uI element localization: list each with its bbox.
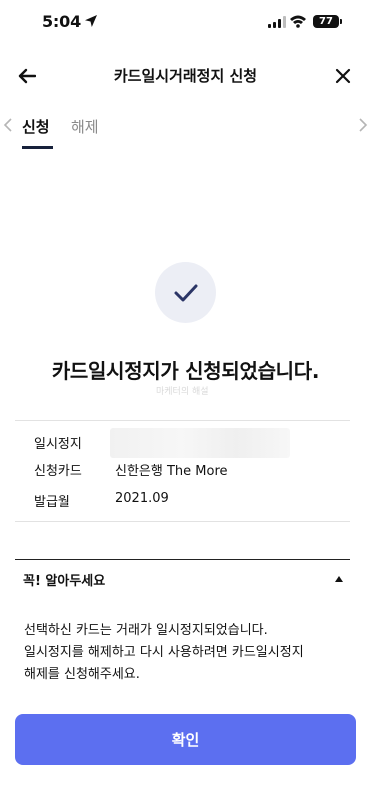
notice-line: 선택하신 카드는 거래가 일시정지되었습니다.	[24, 623, 268, 638]
battery-indicator: 77	[313, 15, 339, 28]
info-label-suspension: 일시정지	[34, 437, 82, 452]
location-arrow-icon	[85, 15, 97, 27]
close-icon	[335, 68, 351, 84]
checkmark-icon	[174, 284, 197, 301]
redacted-period-value	[110, 428, 290, 458]
notice-title: 꼭! 알아두세요	[23, 574, 106, 589]
notice-body: 선택하신 카드는 거래가 일시정지되었습니다. 일시정지를 해제하고 다시 사용…	[24, 620, 344, 686]
watermark-text: 마케터의 해설	[156, 387, 209, 397]
info-value-card: 신한은행 The More	[115, 464, 228, 479]
page-title: 카드일시거래정지 신청	[113, 67, 258, 85]
info-value-issue-month: 2021.09	[115, 491, 169, 506]
notice-line: 일시정지를 해제하고 다시 사용하려면 카드일시정지	[24, 645, 304, 660]
divider	[15, 420, 350, 421]
status-time: 5:04	[42, 12, 81, 31]
cellular-signal-icon	[268, 16, 286, 28]
info-label-card: 신청카드	[34, 464, 82, 479]
battery-tip	[340, 19, 342, 24]
caret-up-icon	[335, 576, 343, 582]
divider	[15, 521, 350, 522]
top-nav-bar: 카드일시거래정지 신청	[0, 52, 371, 100]
wifi-icon	[290, 15, 306, 28]
tab-apply[interactable]: 신청	[22, 116, 50, 137]
active-tab-indicator	[22, 146, 53, 149]
chevron-left-icon[interactable]	[2, 116, 14, 134]
success-check-badge	[155, 262, 216, 323]
close-button[interactable]	[331, 64, 355, 88]
info-label-issue-month: 발급월	[34, 495, 70, 510]
confirm-button[interactable]: 확인	[15, 714, 356, 765]
status-bar: 5:04 77	[0, 0, 371, 48]
chevron-right-icon[interactable]	[357, 116, 369, 134]
success-message: 카드일시정지가 신청되었습니다.	[51, 359, 320, 383]
notice-line: 해제를 신청해주세요.	[24, 667, 140, 682]
notice-divider	[15, 559, 350, 560]
notice-accordion-header[interactable]: 꼭! 알아두세요	[15, 566, 350, 594]
tab-release[interactable]: 해제	[71, 116, 99, 137]
tab-bar: 신청 해제	[0, 108, 371, 152]
